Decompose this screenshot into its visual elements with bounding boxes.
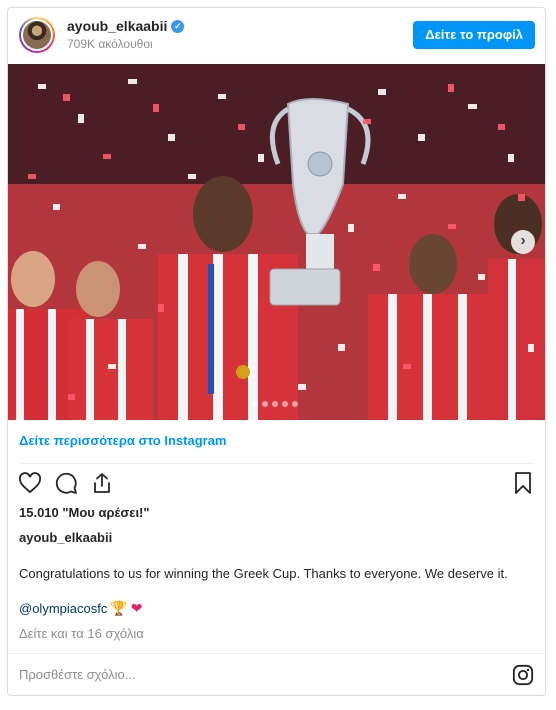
carousel-dot xyxy=(272,401,278,407)
carousel-dot xyxy=(292,401,298,407)
comment-icon[interactable] xyxy=(54,471,78,495)
divider xyxy=(8,653,545,654)
caption-mention-line: @olympiacosfc 🏆 ❤ xyxy=(19,600,143,617)
username-row: ayoub_elkaabii ✓ xyxy=(67,18,185,34)
avatar[interactable] xyxy=(19,17,55,53)
view-comments-link[interactable]: Δείτε και τα 16 σχόλια xyxy=(19,626,144,641)
post-author[interactable]: ayoub_elkaabii xyxy=(19,530,112,545)
post-header: ayoub_elkaabii ✓ 709K ακόλουθοι Δείτε το… xyxy=(8,8,545,63)
view-profile-button[interactable]: Δείτε το προφίλ xyxy=(413,21,535,49)
instagram-embed-card: ayoub_elkaabii ✓ 709K ακόλουθοι Δείτε το… xyxy=(7,7,546,696)
mention-link[interactable]: @olympiacosfc xyxy=(19,601,107,616)
carousel-dot xyxy=(262,401,268,407)
heart-icon[interactable] xyxy=(18,471,42,495)
carousel-next-button[interactable]: › xyxy=(511,230,535,254)
carousel-dot xyxy=(282,401,288,407)
comment-input[interactable] xyxy=(19,667,459,682)
avatar-image xyxy=(21,19,53,51)
verified-icon: ✓ xyxy=(171,19,185,33)
view-more-link[interactable]: Δείτε περισσότερα στο Instagram xyxy=(19,433,227,448)
user-info: ayoub_elkaabii ✓ 709K ακόλουθοι xyxy=(67,18,185,51)
divider xyxy=(19,463,534,464)
post-caption: Congratulations to us for winning the Gr… xyxy=(19,566,508,581)
share-icon[interactable] xyxy=(90,471,114,495)
celebration-photo xyxy=(8,64,545,420)
username-link[interactable]: ayoub_elkaabii xyxy=(67,18,167,34)
post-photo[interactable]: › xyxy=(8,64,545,420)
bookmark-icon[interactable] xyxy=(511,471,535,500)
post-actions xyxy=(18,471,114,495)
followers-count: 709K ακόλουθοι xyxy=(67,37,153,51)
instagram-icon[interactable] xyxy=(512,664,534,691)
red-heart-icon: ❤ xyxy=(130,600,143,616)
trophy-icon: 🏆 xyxy=(110,600,128,616)
carousel-indicator xyxy=(252,401,298,407)
likes-count[interactable]: 15.010 "Μου αρέσει!" xyxy=(19,505,150,520)
carousel-dot-active xyxy=(252,401,258,407)
